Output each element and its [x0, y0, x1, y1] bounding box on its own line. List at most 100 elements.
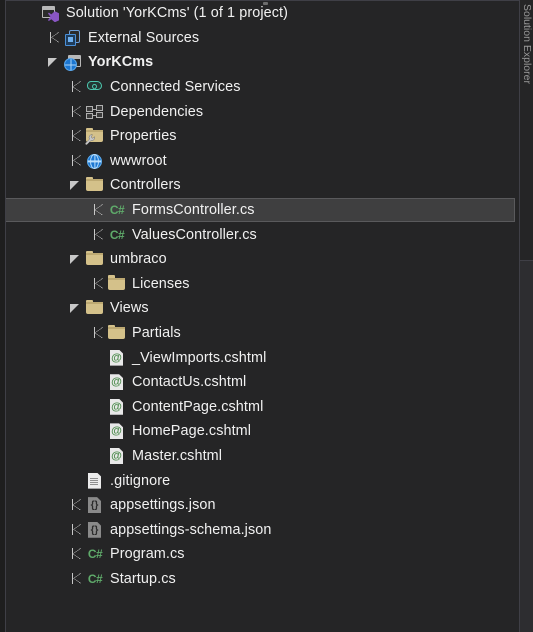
tree-row[interactable]: External Sources — [6, 26, 519, 51]
tree-row[interactable]: @ _ViewImports.cshtml — [6, 345, 519, 370]
globe-icon — [86, 152, 104, 170]
chevron-down-icon[interactable] — [66, 247, 86, 271]
tree-row-label: _ViewImports.cshtml — [132, 349, 267, 366]
tree-row[interactable]: Views — [6, 296, 519, 321]
tree-row-label: Startup.cs — [110, 570, 176, 587]
tree-row[interactable]: wwwroot — [6, 149, 519, 174]
tree-row-label: umbraco — [110, 251, 167, 268]
tree-row-label: ValuesController.cs — [132, 226, 257, 243]
cshtml-file-icon: @ — [110, 447, 123, 464]
json-file-icon: {} — [86, 496, 104, 514]
chevron-down-icon[interactable] — [66, 296, 86, 320]
chevron-right-icon[interactable] — [66, 149, 86, 173]
tree-row-label: HomePage.cshtml — [132, 423, 252, 440]
tree-row[interactable]: C# Program.cs — [6, 542, 519, 567]
chevron-right-icon[interactable] — [44, 26, 64, 50]
json-file-icon: {} — [86, 521, 104, 539]
chevron-down-icon[interactable] — [66, 173, 86, 197]
chevron-right-icon[interactable] — [66, 542, 86, 566]
dock-tab-solution-explorer[interactable]: Solution Explorer — [520, 0, 533, 261]
folder-icon — [86, 176, 104, 194]
chevron-right-icon[interactable] — [66, 493, 86, 517]
folder-icon — [86, 299, 104, 317]
tree-row[interactable]: @ ContentPage.cshtml — [6, 395, 519, 420]
project-icon — [64, 53, 82, 72]
dependencies-icon — [86, 103, 104, 121]
tree-row-label: FormsController.cs — [132, 202, 255, 219]
chevron-right-icon[interactable] — [66, 75, 86, 99]
tree-row-label: Connected Services — [110, 79, 241, 96]
tree-row[interactable]: .gitignore — [6, 468, 519, 493]
cshtml-file-icon: @ — [110, 423, 123, 440]
tree-row[interactable]: Dependencies — [6, 99, 519, 124]
tree-row[interactable]: Properties — [6, 124, 519, 149]
tree-row[interactable]: Partials — [6, 321, 519, 346]
panel-drag-nub[interactable] — [259, 1, 273, 6]
tree-row[interactable]: {} appsettings-schema.json — [6, 517, 519, 542]
text-file-icon — [86, 472, 104, 490]
cshtml-file-icon: @ — [110, 349, 123, 366]
tree-row-label: Views — [110, 300, 149, 317]
tree-row-label: Master.cshtml — [132, 447, 223, 464]
tree-row-label: Solution 'YorKCms' (1 of 1 project) — [66, 5, 289, 22]
dock-tab-label: Solution Explorer — [521, 4, 533, 84]
solution-tree[interactable]: Solution 'YorKCms' (1 of 1 project) Exter… — [6, 1, 519, 631]
csharp-file-icon: C# — [109, 203, 125, 218]
tree-row[interactable]: umbraco — [6, 247, 519, 272]
tree-row[interactable]: Licenses — [6, 272, 519, 297]
properties-folder-icon — [85, 127, 104, 146]
chevron-right-icon[interactable] — [88, 321, 108, 345]
tree-row[interactable]: YorKCms — [6, 50, 519, 75]
csharp-file-icon: C# — [87, 547, 103, 562]
chevron-right-icon[interactable] — [66, 124, 86, 148]
tree-row[interactable]: Controllers — [6, 173, 519, 198]
chevron-right-icon[interactable] — [66, 567, 86, 591]
tree-row-label: Controllers — [110, 177, 181, 194]
chevron-right-icon[interactable] — [88, 198, 108, 222]
tree-row-label: Program.cs — [110, 546, 185, 563]
tree-row[interactable]: @ HomePage.cshtml — [6, 419, 519, 444]
tree-row[interactable]: @ ContactUs.cshtml — [6, 370, 519, 395]
chevron-right-icon[interactable] — [66, 518, 86, 542]
tree-row[interactable]: @ Master.cshtml — [6, 444, 519, 469]
cshtml-file-icon: @ — [110, 374, 123, 391]
folder-icon — [86, 250, 104, 268]
tree-row-label: .gitignore — [110, 472, 171, 489]
cloud-icon — [86, 78, 104, 96]
folder-icon — [108, 275, 126, 293]
tree-row-label: wwwroot — [110, 152, 167, 169]
chevron-right-icon[interactable] — [66, 100, 86, 124]
chevron-right-icon[interactable] — [88, 223, 108, 247]
chevron-right-icon[interactable] — [88, 272, 108, 296]
tree-row[interactable]: {} appsettings.json — [6, 493, 519, 518]
folder-icon — [108, 324, 126, 342]
tree-row[interactable]: C# ValuesController.cs — [6, 222, 519, 247]
tree-row[interactable]: C# FormsController.cs — [6, 197, 515, 223]
cshtml-file-icon: @ — [110, 398, 123, 415]
tree-row[interactable]: C# Startup.cs — [6, 567, 519, 592]
chevron-down-icon[interactable] — [44, 50, 64, 74]
tree-row[interactable]: Connected Services — [6, 75, 519, 100]
